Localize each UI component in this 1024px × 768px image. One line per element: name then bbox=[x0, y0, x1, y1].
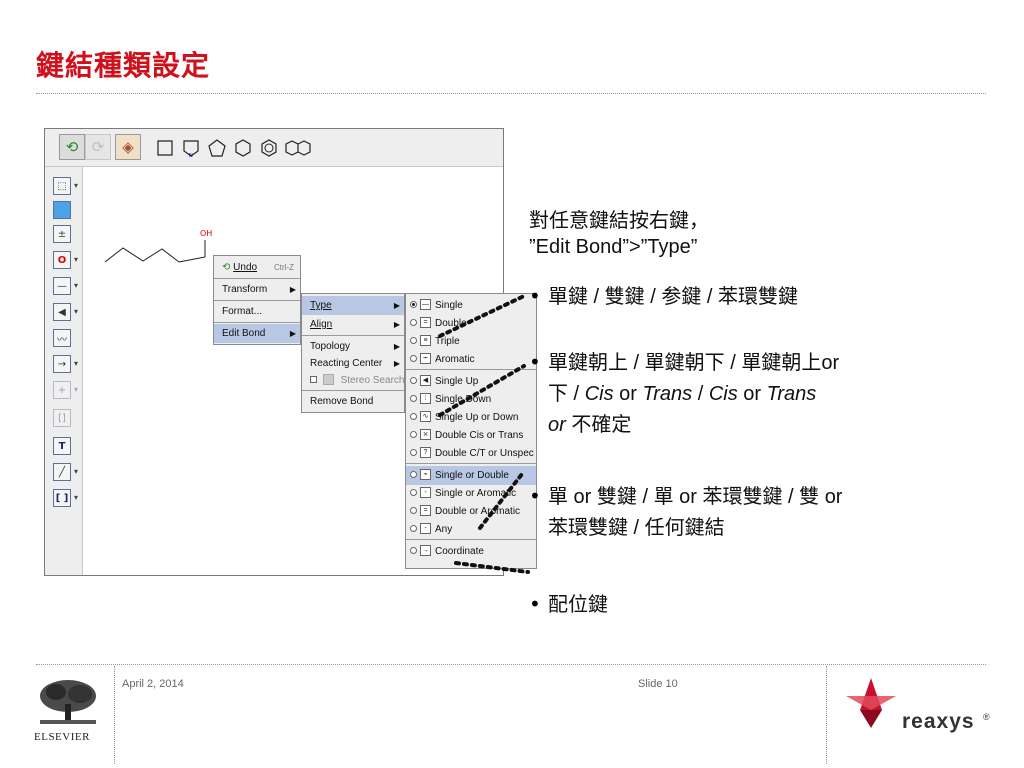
stereo-slash: / bbox=[697, 383, 704, 405]
bullet-stereo-line-3: or 不確定 bbox=[548, 412, 631, 438]
stereo-trans-1: Trans bbox=[642, 383, 693, 405]
bullet-stereo-line-1: 單鍵朝上 / 單鍵朝下 / 單鍵朝上or bbox=[548, 352, 840, 374]
bullet-dot: • bbox=[529, 350, 541, 374]
stereo-cis-1: Cis bbox=[584, 383, 614, 405]
pointer-lines bbox=[438, 294, 530, 574]
stereo-cis-2: Cis bbox=[708, 383, 738, 405]
elsevier-tree-logo bbox=[36, 678, 100, 728]
stereo-or-3: or bbox=[548, 414, 566, 436]
stereo-or-2: or bbox=[743, 383, 762, 405]
bullet-dot: • bbox=[529, 284, 541, 308]
stereo-trans-2: Trans bbox=[766, 383, 817, 405]
bullet-stereo-line-2: 下 / Cis or Trans / Cis or Trans bbox=[548, 381, 816, 407]
pointer-line-stereo-bonds bbox=[438, 364, 526, 417]
registered-mark: ® bbox=[983, 712, 990, 722]
bullet-query-line-2: 苯環雙鍵 / 任何鍵結 bbox=[548, 517, 725, 539]
pointer-line-coordinate-bond bbox=[454, 561, 530, 574]
bullet-dot: • bbox=[529, 484, 541, 508]
elsevier-wordmark: ELSEVIER bbox=[34, 731, 90, 743]
reaxys-logo-mark bbox=[846, 678, 896, 728]
stereo-or-1: or bbox=[619, 383, 637, 405]
reaxys-wordmark: reaxys bbox=[902, 710, 975, 733]
intro-line-1: 對任意鍵結按右鍵， bbox=[529, 210, 709, 232]
bullet-coordinate: 配位鍵 bbox=[548, 594, 608, 616]
footer-divider bbox=[36, 664, 986, 665]
stereo-text: 下 / bbox=[548, 383, 580, 405]
pointer-line-basic-bonds bbox=[438, 294, 526, 338]
footer-divider bbox=[114, 666, 115, 764]
stereo-undetermined: 不確定 bbox=[571, 414, 632, 436]
footer-divider bbox=[826, 666, 827, 764]
intro-line-2: ”Edit Bond”>”Type” bbox=[529, 236, 698, 258]
bullet-query-line-1: 單 or 雙鍵 / 單 or 苯環雙鍵 / 雙 or bbox=[548, 486, 843, 508]
bullet-basic-bonds: 單鍵 / 雙鍵 / 参鍵 / 苯環雙鍵 bbox=[548, 286, 799, 308]
footer-date: April 2, 2014 bbox=[122, 678, 184, 690]
bullet-dot: • bbox=[529, 592, 541, 616]
pointer-line-query-bonds bbox=[478, 472, 524, 530]
footer-slide-number: Slide 10 bbox=[638, 678, 678, 690]
